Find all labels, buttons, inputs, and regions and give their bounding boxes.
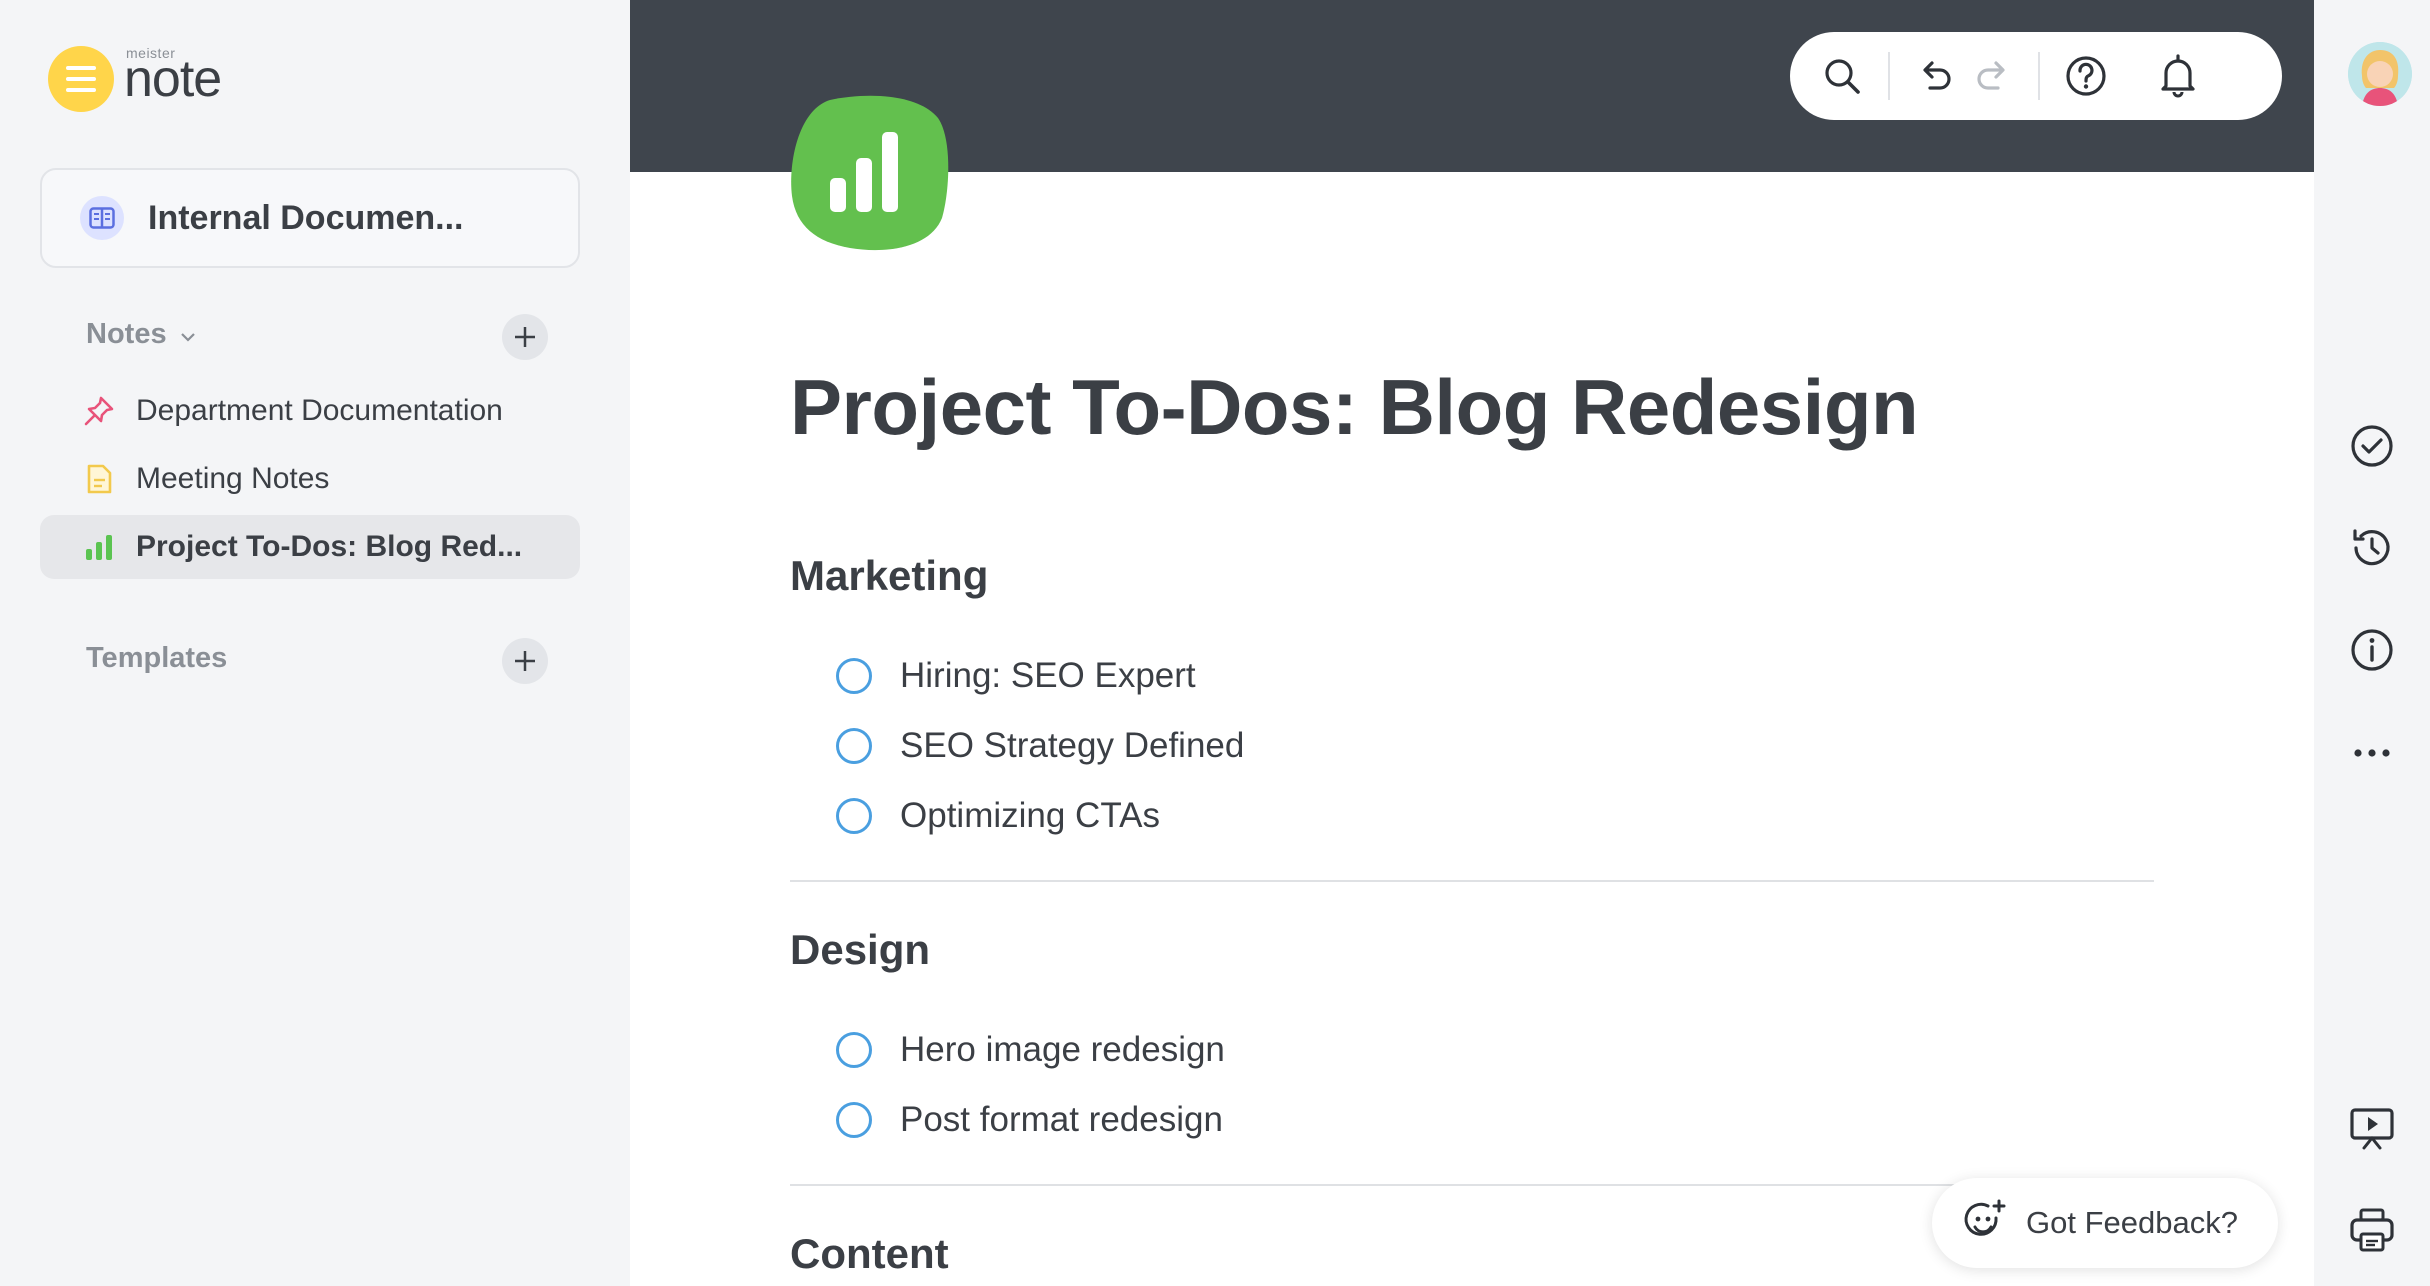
todo-checkbox[interactable] [836, 658, 872, 694]
todo-label[interactable]: SEO Strategy Defined [900, 726, 1244, 766]
chevron-down-icon [179, 318, 197, 351]
bar-chart-icon [82, 530, 116, 564]
todo-checkbox[interactable] [836, 728, 872, 764]
todo-checkbox[interactable] [836, 798, 872, 834]
todo-label[interactable]: Optimizing CTAs [900, 796, 1160, 836]
undo-icon[interactable] [1908, 48, 1964, 104]
project-switcher[interactable]: Internal Documen... [40, 168, 580, 268]
project-name: Internal Documen... [148, 198, 464, 237]
section-divider [790, 880, 2154, 882]
todo-item[interactable]: Hero image redesign [836, 1030, 1225, 1070]
note-icon[interactable] [790, 92, 950, 252]
section-heading[interactable]: Marketing [790, 552, 988, 600]
todo-checkbox[interactable] [836, 1032, 872, 1068]
print-icon[interactable] [2342, 1200, 2402, 1260]
sidebar-item-project-to-dos[interactable]: Project To-Dos: Blog Red... [40, 515, 580, 579]
sidebar-item-label: Project To-Dos: Blog Red... [136, 530, 523, 563]
book-icon [80, 196, 124, 240]
todo-label[interactable]: Hiring: SEO Expert [900, 656, 1196, 696]
todo-item[interactable]: Post format redesign [836, 1100, 1223, 1140]
sidebar-item-meeting-notes[interactable]: Meeting Notes [40, 447, 580, 511]
todo-label[interactable]: Hero image redesign [900, 1030, 1225, 1070]
sidebar-item-label: Meeting Notes [136, 462, 330, 495]
note-title[interactable]: Project To-Dos: Blog Redesign [790, 362, 1919, 453]
feedback-label: Got Feedback? [2026, 1205, 2238, 1240]
templates-header: Templates [86, 642, 228, 674]
toolbar-divider [1888, 52, 1890, 100]
logo-wordmark: meister note [124, 45, 222, 109]
present-icon[interactable] [2342, 1098, 2402, 1158]
todo-label[interactable]: Post format redesign [900, 1100, 1223, 1140]
section-heading[interactable]: Design [790, 926, 930, 974]
note-editor: Project To-Dos: Blog Redesign Marketing … [630, 0, 2314, 1286]
check-circle-icon[interactable] [2342, 416, 2402, 476]
sidebar-item-label: Department Documentation [136, 394, 503, 427]
right-rail [2314, 0, 2430, 1286]
todo-item[interactable]: Optimizing CTAs [836, 796, 1160, 836]
add-template-button[interactable] [502, 638, 548, 684]
logo-small-text: meister [126, 45, 176, 61]
more-icon[interactable] [2342, 723, 2402, 783]
section-divider [790, 1184, 2154, 1186]
todo-item[interactable]: SEO Strategy Defined [836, 726, 1244, 766]
help-icon[interactable] [2058, 48, 2114, 104]
redo-icon[interactable] [1964, 48, 2020, 104]
note-page-icon [82, 462, 116, 496]
sidebar-item-department-documentation[interactable]: Department Documentation [40, 379, 580, 443]
bell-icon[interactable] [2150, 48, 2206, 104]
top-toolbar [1790, 32, 2282, 120]
notes-section-toggle[interactable]: Notes [86, 318, 197, 351]
smiley-plus-icon [1962, 1198, 2008, 1249]
history-icon[interactable] [2342, 518, 2402, 578]
feedback-button[interactable]: Got Feedback? [1932, 1178, 2278, 1268]
app-logo[interactable]: meister note [48, 45, 222, 112]
section-heading[interactable]: Content [790, 1230, 949, 1278]
todo-checkbox[interactable] [836, 1102, 872, 1138]
notes-header: Notes [86, 318, 167, 350]
pin-icon [82, 394, 116, 428]
search-icon[interactable] [1814, 48, 1870, 104]
sidebar: meister note Internal Documen... Notes D… [0, 0, 630, 1286]
toolbar-divider [2038, 52, 2040, 100]
user-avatar[interactable] [2348, 42, 2412, 106]
info-icon[interactable] [2342, 620, 2402, 680]
templates-section-toggle[interactable]: Templates [86, 642, 227, 675]
add-note-button[interactable] [502, 314, 548, 360]
todo-item[interactable]: Hiring: SEO Expert [836, 656, 1196, 696]
menu-icon[interactable] [48, 46, 114, 112]
